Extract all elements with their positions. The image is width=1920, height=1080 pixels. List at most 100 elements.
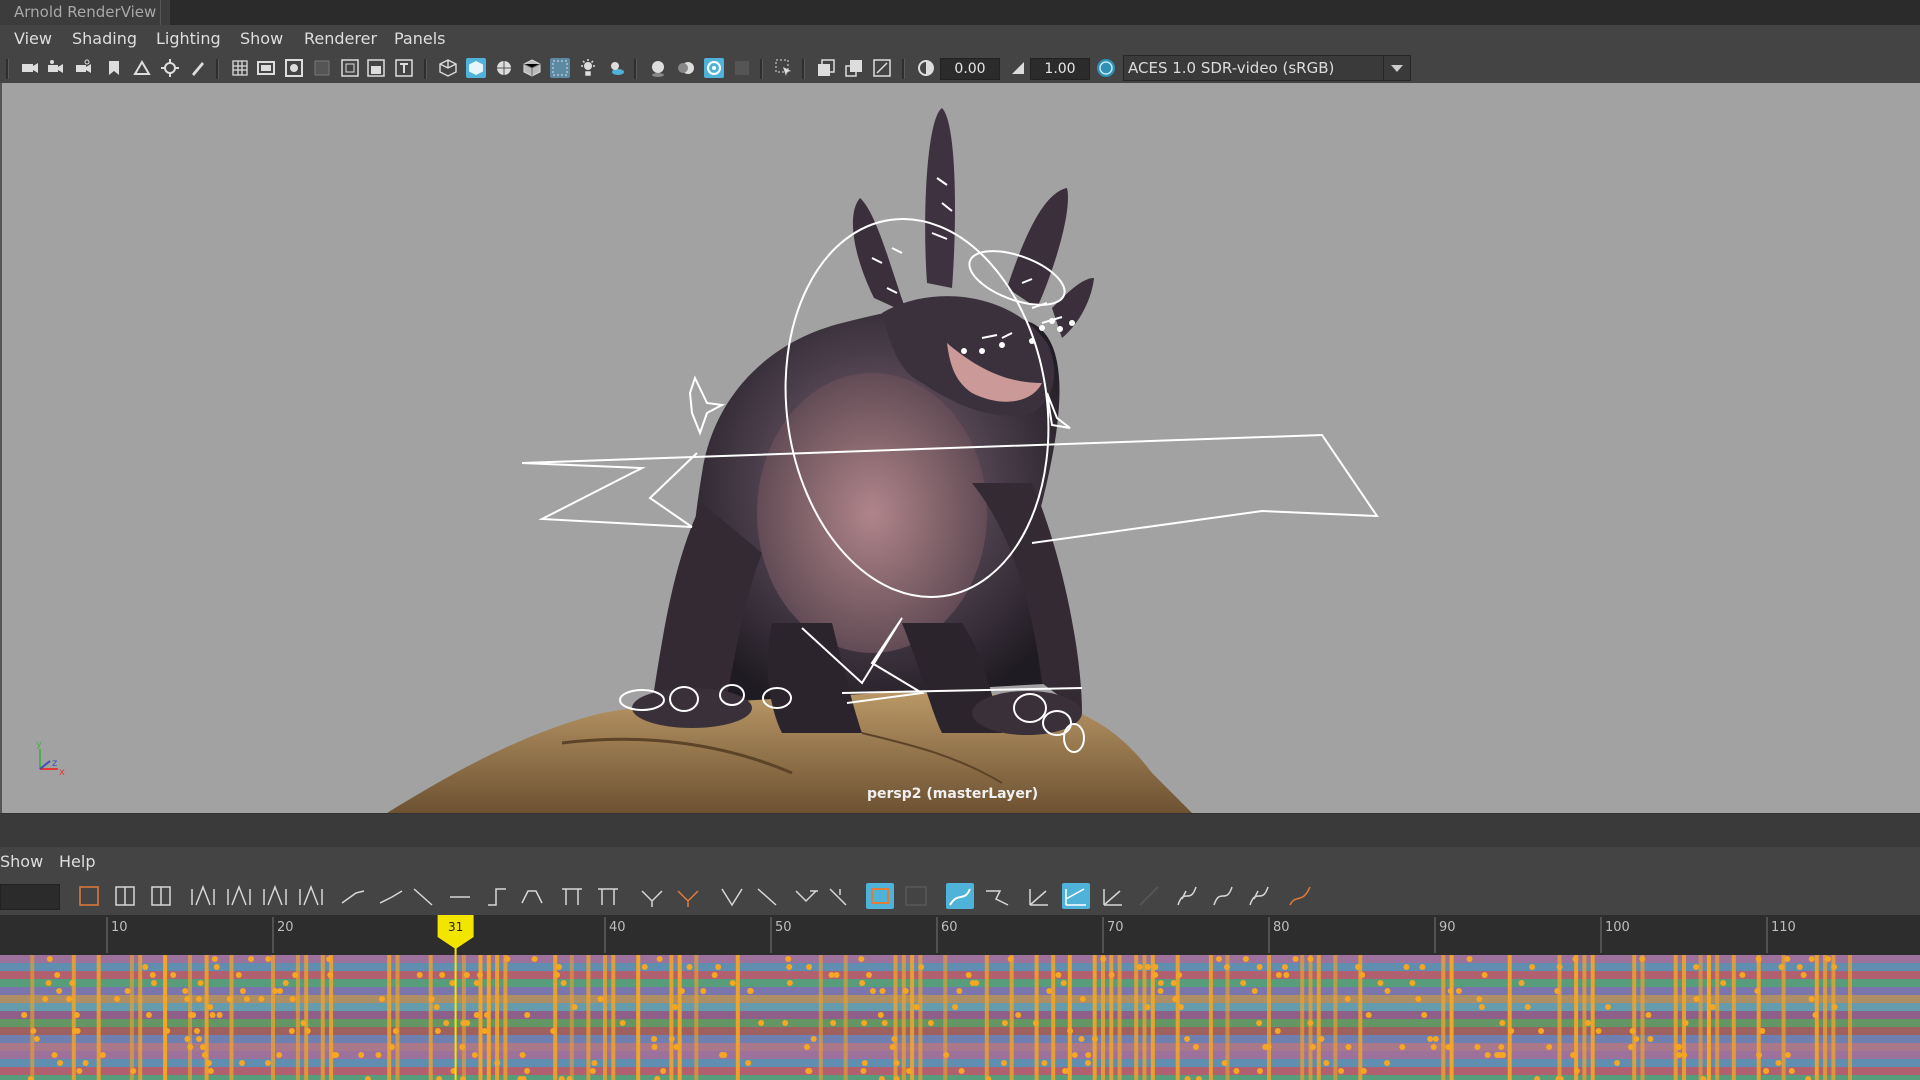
keyframe [1240,980,1247,986]
keyframe [164,1028,171,1034]
safe-action-icon[interactable] [366,58,386,78]
bookmark-icon[interactable] [104,58,124,78]
keyframe [1345,1044,1352,1050]
keyframe-column [677,955,682,1080]
graph-editor-timeline[interactable]: 10 20 40 50 60 70 80 90 100 110 31 [0,915,1920,1080]
menu-shading[interactable]: Shading [72,29,137,48]
menu-help[interactable]: Help [59,852,95,871]
keyframe-column [304,955,309,1080]
image-plane-icon[interactable] [132,58,152,78]
keyframe [828,972,835,978]
keyframe [1573,1068,1580,1074]
keyframe [197,980,204,986]
keyframe [1427,1036,1434,1042]
menu-panels[interactable]: Panels [394,29,446,48]
menu-lighting[interactable]: Lighting [156,29,221,48]
keyframe [1494,1052,1501,1058]
textured-icon[interactable] [522,58,542,78]
smooth-shade-icon[interactable] [466,58,486,78]
keyframe [1808,956,1815,962]
keyframe-column [843,955,848,1080]
axis-gizmo: z x y [36,739,65,778]
xray-icon[interactable] [550,58,570,78]
film-gate-icon[interactable] [256,58,276,78]
keyframe-column [395,955,400,1080]
graph-editor-menu-bar: Show Help [0,847,1920,877]
camera-name-label: persp2 (masterLayer) [867,786,1039,802]
keyframe [729,980,736,986]
keyframe [73,1012,80,1018]
depth-of-field-icon[interactable] [732,58,752,78]
pan-zoom-icon[interactable] [160,58,180,78]
keyframe [1570,1052,1577,1058]
menu-show-graph[interactable]: Show [0,852,43,871]
keyframe [1693,964,1700,970]
3d-viewport[interactable]: z x y persp2 (masterLayer) [0,83,1920,813]
use-all-lights-icon[interactable] [578,58,598,78]
wireframe-on-shaded-icon[interactable] [494,58,514,78]
graph-editor-tool-icons [79,883,1311,909]
keyframe [1359,972,1366,978]
axis-label-y: y [36,739,42,750]
chevron-down-icon[interactable] [1383,56,1410,80]
safe-title-icon[interactable] [394,58,414,78]
xray-joints-icon[interactable] [816,58,836,78]
keyframe [1529,964,1536,970]
keyframe [1484,1052,1491,1058]
frame-field[interactable] [0,884,60,910]
denormalize-icon [795,890,818,903]
keyframe-column [1731,955,1736,1080]
disabled-tool-icon [905,886,927,906]
isolate-select-icon[interactable] [774,58,794,78]
camera-attributes-icon[interactable] [46,58,66,78]
camera-snapshot-icon[interactable] [74,58,94,78]
gamma-field[interactable]: 1.00 [1030,58,1090,80]
menu-view[interactable]: View [14,29,52,48]
color-management-toggle-icon[interactable] [1096,58,1116,78]
keyframe [589,1068,596,1074]
keyframe [591,1060,598,1066]
keyframe [1784,1052,1791,1058]
camera-icon[interactable] [20,58,40,78]
exposure-field[interactable]: 0.00 [940,58,1000,80]
color-management-dropdown[interactable]: ACES 1.0 SDR-video (sRGB) [1123,55,1411,81]
keyframe [82,1060,89,1066]
keyframe [1344,996,1351,1002]
key-stats-icon [829,888,847,906]
keyframe [1307,1020,1314,1026]
wireframe-icon[interactable] [438,58,458,78]
keyframe [54,972,61,978]
resolution-gate-icon[interactable] [284,58,304,78]
keyframe-column [1831,955,1836,1080]
menu-show[interactable]: Show [240,29,283,48]
keyframe [460,1020,467,1026]
keyframe [190,1012,197,1018]
gamma-icon[interactable] [1008,58,1028,78]
keyframe [571,1004,578,1010]
shadows-icon[interactable] [606,58,626,78]
motion-blur-icon[interactable] [676,58,696,78]
keyframe-column [129,955,134,1080]
keyframe [184,996,191,1002]
exposure-icon[interactable] [916,58,936,78]
dope-sheet[interactable]: 10 20 40 50 60 70 80 90 100 110 31 [0,915,1920,1080]
ambient-occlusion-icon[interactable] [648,58,668,78]
keyframe [1546,1044,1553,1050]
gate-mask-icon[interactable] [312,58,332,78]
viewport-toolbar: 0.00 1.00 [0,53,1920,84]
keyframe [1136,964,1143,970]
toolbar-separator [6,59,9,79]
grease-pencil-icon[interactable] [188,58,208,78]
keyframe [861,1060,868,1066]
frame-all-icon[interactable] [872,58,892,78]
menu-renderer[interactable]: Renderer [304,29,377,48]
anti-aliasing-icon[interactable] [704,58,724,78]
keyframe-column [1673,955,1678,1080]
field-chart-icon[interactable] [340,58,360,78]
keyframe [891,1036,898,1042]
grid-icon[interactable] [230,58,250,78]
panel-divider[interactable] [0,813,1920,848]
xray-active-icon[interactable] [844,58,864,78]
keyframe [471,1052,478,1058]
keyframe [1172,996,1179,1002]
